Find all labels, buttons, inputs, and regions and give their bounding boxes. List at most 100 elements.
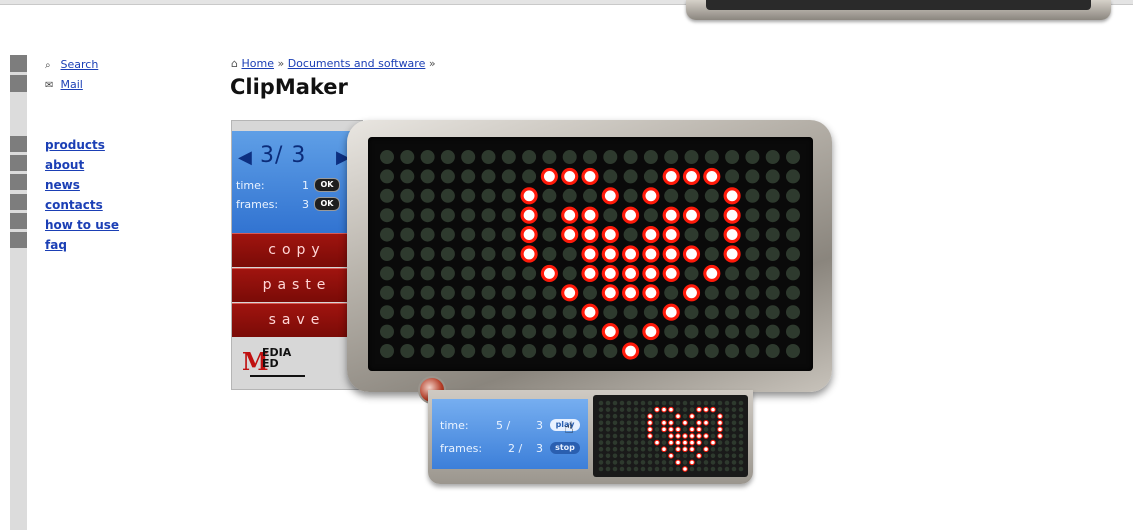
led-off [542, 285, 557, 300]
led-off [745, 285, 760, 300]
led-on [703, 167, 721, 185]
led-off [682, 427, 688, 432]
led-off [562, 266, 577, 281]
mail-link[interactable]: Mail [61, 78, 83, 91]
led-on [682, 167, 701, 185]
led-off [765, 150, 780, 164]
led-off [623, 227, 638, 242]
led-off [661, 433, 667, 439]
led-on [642, 284, 660, 302]
led-off [598, 400, 604, 406]
led-off [786, 247, 800, 261]
nav-faq[interactable]: faq [45, 238, 67, 252]
led-off [703, 440, 709, 445]
led-off [623, 305, 638, 320]
led-off [562, 247, 577, 261]
led-off [640, 440, 646, 445]
led-matrix-screen[interactable] [368, 137, 813, 371]
led-on [682, 419, 688, 426]
led-on [601, 323, 619, 341]
led-off [542, 208, 557, 223]
led-off [731, 427, 737, 432]
nav-contacts[interactable]: contacts [45, 198, 103, 212]
nav-how-to-use[interactable]: how to use [45, 218, 119, 232]
led-off [626, 427, 632, 432]
led-off [724, 446, 730, 452]
led-off [640, 413, 646, 419]
led-off [668, 413, 674, 419]
led-off [501, 344, 516, 358]
led-on [703, 446, 709, 453]
led-off [786, 188, 800, 203]
led-off [380, 169, 394, 184]
breadcrumb-docs[interactable]: Documents and software [288, 57, 426, 70]
led-off [619, 400, 625, 406]
led-off [461, 324, 476, 339]
led-off [765, 285, 780, 300]
strip-block [10, 55, 27, 72]
copy-button[interactable]: copy [232, 233, 362, 267]
led-off [420, 344, 435, 358]
led-on [675, 439, 681, 446]
led-on [581, 245, 599, 263]
led-on [642, 264, 660, 282]
led-off [710, 460, 716, 465]
led-off [633, 407, 639, 412]
led-off [689, 453, 695, 459]
led-off [380, 285, 394, 300]
led-off [710, 427, 716, 432]
led-off [703, 460, 709, 465]
time-ok-button[interactable]: OK [314, 178, 340, 192]
led-on [642, 245, 660, 263]
frames-value: 3 [302, 198, 309, 211]
led-on [723, 206, 741, 224]
led-on [601, 284, 619, 302]
led-off [724, 466, 730, 472]
led-on [668, 452, 674, 459]
led-off [626, 440, 632, 445]
led-on [675, 433, 681, 439]
nav-products[interactable]: products [45, 138, 105, 152]
nav-about[interactable]: about [45, 158, 84, 172]
led-off [786, 169, 800, 184]
led-off [501, 227, 516, 242]
led-on [668, 406, 674, 413]
led-on [703, 433, 709, 439]
led-off [704, 247, 719, 261]
led-off [738, 433, 744, 439]
nav-news[interactable]: news [45, 178, 80, 192]
mail-link-row[interactable]: ✉ Mail [45, 78, 83, 91]
led-on [581, 167, 599, 185]
led-on [710, 439, 716, 446]
led-off [717, 453, 723, 459]
led-off [664, 150, 679, 164]
led-on [642, 226, 660, 244]
frames-ok-button[interactable]: OK [314, 197, 340, 211]
led-off [461, 305, 476, 320]
led-on [723, 245, 741, 263]
led-off [704, 305, 719, 320]
led-off [643, 305, 658, 320]
led-off [400, 285, 415, 300]
led-off [400, 247, 415, 261]
led-on [647, 419, 653, 426]
led-off [612, 440, 618, 445]
search-link[interactable]: Search [61, 58, 99, 71]
led-off [605, 466, 611, 472]
led-off [738, 413, 744, 419]
save-button[interactable]: save [232, 303, 362, 337]
led-off [603, 150, 618, 164]
led-off [583, 324, 597, 339]
led-off [461, 169, 476, 184]
led-off [481, 285, 496, 300]
paste-button[interactable]: paste [232, 268, 362, 302]
led-off [786, 227, 800, 242]
stop-button[interactable]: stop [550, 442, 580, 454]
strip-block [10, 155, 27, 171]
led-off [380, 247, 394, 261]
breadcrumb-sep: » [273, 57, 288, 70]
breadcrumb-home[interactable]: Home [241, 57, 273, 70]
prev-frame-icon[interactable]: ◀ [238, 147, 252, 168]
search-link-row[interactable]: ⌕ Search [45, 58, 98, 71]
led-off [380, 150, 394, 164]
